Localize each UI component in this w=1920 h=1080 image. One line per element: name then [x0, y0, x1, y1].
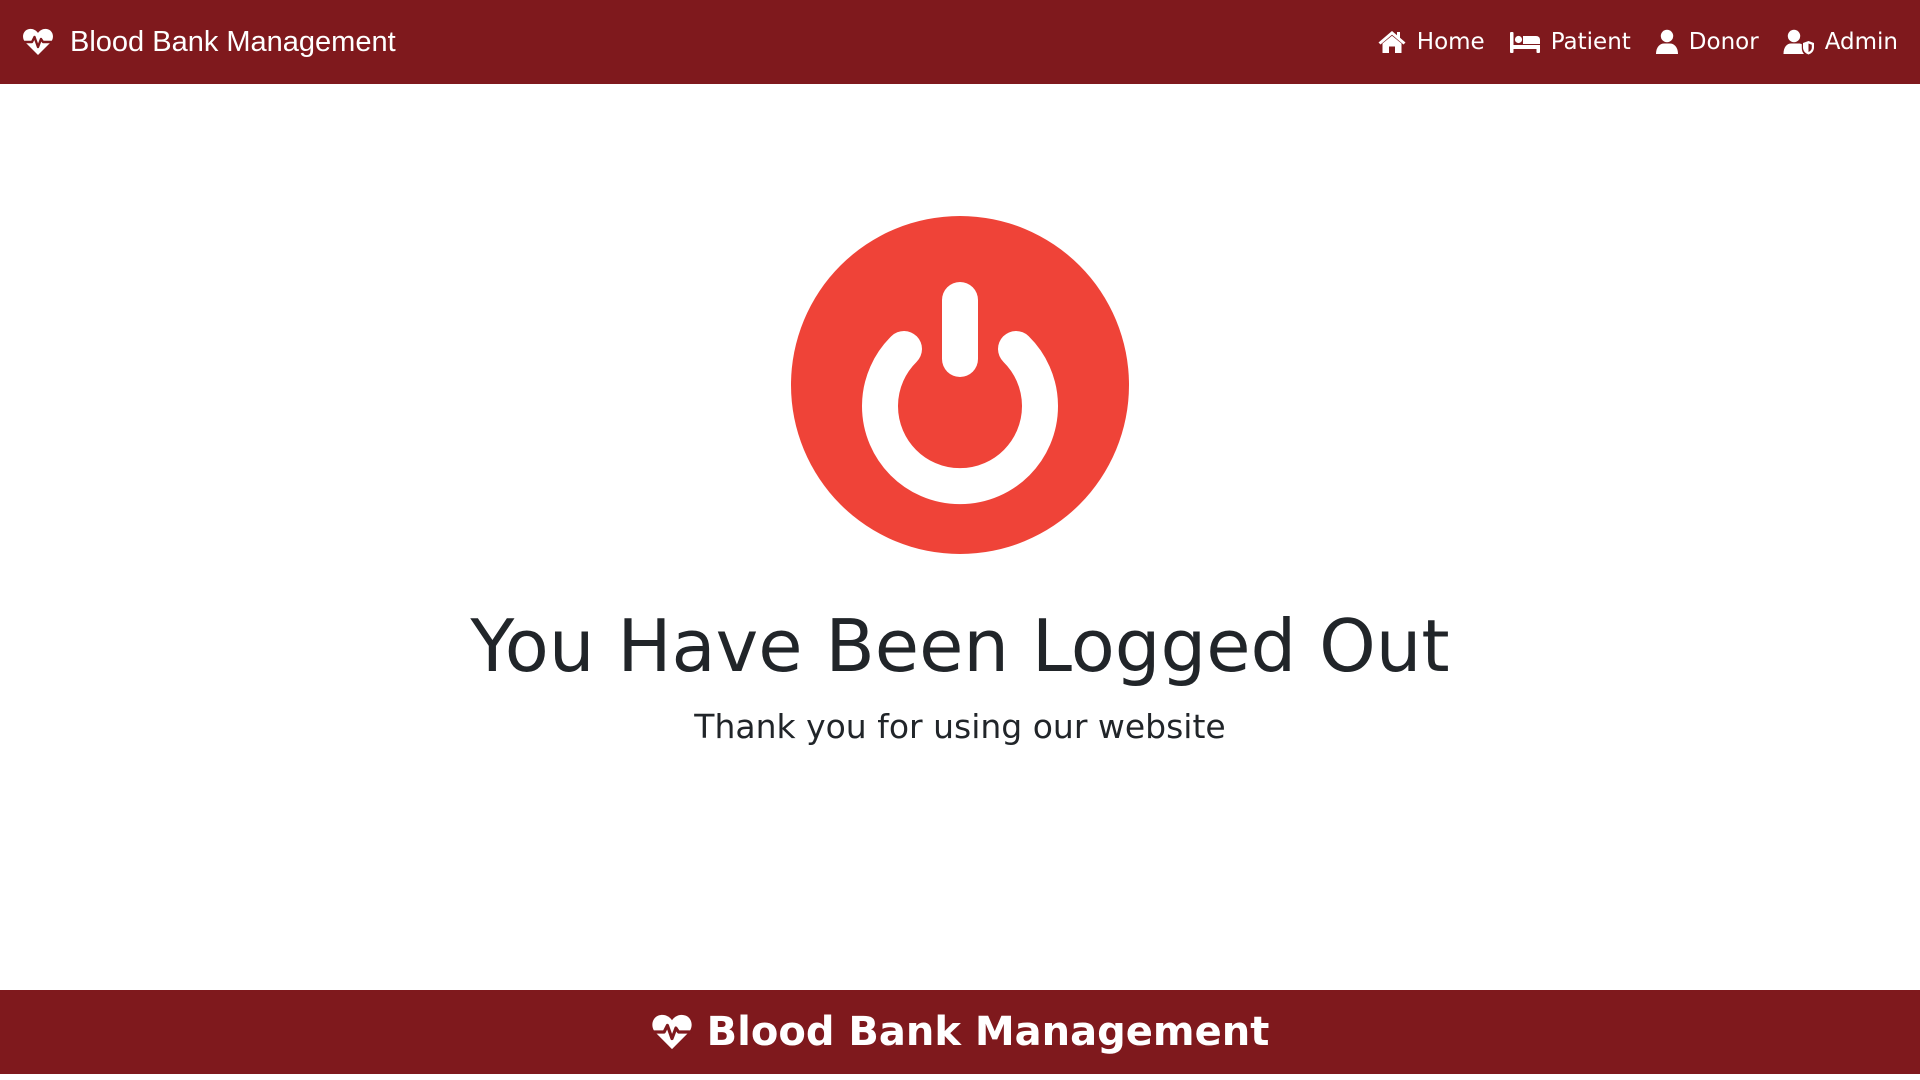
nav-links: Home Patient Donor Admin	[1377, 29, 1898, 55]
home-icon	[1377, 29, 1407, 55]
nav-link-patient[interactable]: Patient	[1509, 29, 1631, 55]
navbar-brand-title: Blood Bank Management	[70, 25, 396, 58]
nav-link-patient-label: Patient	[1550, 29, 1631, 55]
nav-link-home-label: Home	[1416, 29, 1485, 55]
user-icon	[1655, 29, 1679, 55]
nav-link-home[interactable]: Home	[1377, 29, 1485, 55]
nav-link-admin-label: Admin	[1824, 29, 1898, 55]
navbar-brand[interactable]: Blood Bank Management	[22, 26, 396, 59]
nav-link-donor-label: Donor	[1688, 29, 1759, 55]
heartbeat-icon	[22, 28, 54, 56]
logout-content: You Have Been Logged Out Thank you for u…	[0, 84, 1920, 990]
heartbeat-icon	[651, 1013, 693, 1051]
page-subtitle: Thank you for using our website	[694, 707, 1226, 746]
bed-icon	[1509, 30, 1541, 54]
power-icon	[791, 216, 1129, 554]
page: Blood Bank Management Home Patient Donor…	[0, 0, 1920, 1080]
nav-link-donor[interactable]: Donor	[1655, 29, 1759, 55]
top-navbar: Blood Bank Management Home Patient Donor…	[0, 0, 1920, 84]
footer: Blood Bank Management	[0, 990, 1920, 1074]
footer-title: Blood Bank Management	[706, 1009, 1270, 1055]
user-shield-icon	[1783, 29, 1815, 55]
nav-link-admin[interactable]: Admin	[1783, 29, 1898, 55]
page-title: You Have Been Logged Out	[470, 604, 1450, 688]
